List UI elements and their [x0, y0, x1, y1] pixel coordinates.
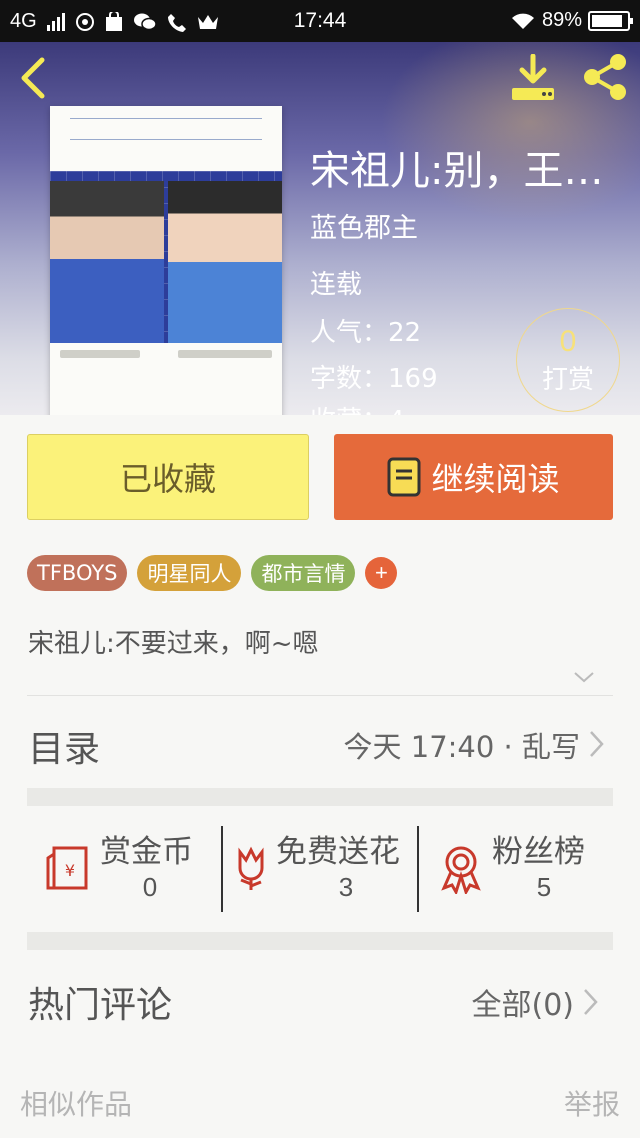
cover-caption-right: [178, 350, 272, 358]
toc-label: 目录: [28, 729, 101, 770]
back-arrow-icon[interactable]: [16, 56, 52, 100]
section-separator: [27, 788, 613, 806]
toc-latest-chapter: 今天 17:40 · 乱写: [343, 730, 580, 764]
medal-icon: [441, 846, 481, 894]
red-envelope-icon: ¥: [46, 846, 88, 890]
add-tag-button[interactable]: +: [365, 557, 398, 589]
book-author[interactable]: 蓝色郡主: [310, 206, 418, 245]
chevron-right-icon: [590, 731, 604, 757]
tag-urban-romance[interactable]: 都市言情: [251, 555, 356, 591]
hot-comments-row[interactable]: 热门评论 全部(0): [0, 950, 640, 1046]
status-right: 89%: [510, 9, 633, 32]
continue-reading-label: 继续阅读: [431, 460, 560, 498]
stat-fan-rank-label: 粉丝榜: [492, 834, 585, 870]
reward-button[interactable]: 0 打赏: [516, 308, 620, 412]
hot-comments-label: 热门评论: [28, 985, 173, 1026]
download-icon[interactable]: [508, 54, 558, 102]
stat-divider: [417, 826, 419, 912]
battery-icon: [588, 10, 633, 31]
chevron-right-icon: [584, 989, 598, 1015]
book-detail-content: 已收藏 继续阅读 TFBOYS 明星同人 都市言情 + 宋祖儿:不要过来，啊~嗯…: [0, 415, 640, 1138]
cover-photo-right: [168, 181, 282, 343]
similar-works-label[interactable]: 相似作品: [20, 1083, 132, 1123]
stat-flowers-label: 免费送花: [276, 834, 400, 870]
flower-icon: [238, 846, 264, 890]
battery-fill: [592, 14, 622, 27]
book-cover[interactable]: [50, 106, 282, 415]
svg-text:¥: ¥: [65, 861, 75, 880]
status-bar: 4G 17:44 89%: [0, 0, 640, 42]
expand-chevron-icon[interactable]: [572, 665, 596, 689]
book-icon: [387, 457, 421, 497]
favorited-label: 已收藏: [119, 460, 216, 498]
battery-percent: 89%: [541, 9, 582, 31]
report-button[interactable]: 举报: [564, 1083, 620, 1123]
stat-flowers-value: 3: [338, 872, 354, 902]
share-icon[interactable]: [580, 52, 630, 102]
stats-row: ¥ 赏金币 0 免费送花 3 粉丝榜 5: [0, 808, 640, 932]
stat-coins-value: 0: [142, 872, 158, 902]
book-collections: 收藏：4: [310, 400, 405, 415]
cover-photo-left: [50, 181, 164, 343]
continue-reading-button[interactable]: 继续阅读: [334, 434, 613, 520]
stat-fan-rank-value: 5: [536, 872, 552, 902]
book-header: 宋祖儿:别，王俊凯 蓝色郡主 连载 人气：22 字数：169 收藏：4 0 打赏: [0, 42, 640, 415]
wifi-icon: [511, 13, 534, 29]
stat-fan-rank[interactable]: 粉丝榜 5: [436, 826, 616, 916]
book-title: 宋祖儿:别，王俊凯: [310, 148, 640, 194]
reward-label: 打赏: [541, 365, 594, 395]
stat-coins[interactable]: ¥ 赏金币 0: [40, 826, 210, 916]
all-comments-link[interactable]: 全部(0): [472, 980, 575, 1024]
section-separator: [27, 932, 613, 950]
book-word-count: 字数：169: [310, 364, 438, 394]
cover-caption-left: [60, 350, 140, 358]
tag-list: TFBOYS 明星同人 都市言情 +: [27, 555, 398, 591]
tag-star-fanfic[interactable]: 明星同人: [137, 555, 242, 591]
cover-caption-band: [70, 118, 262, 140]
stat-coins-label: 赏金币: [100, 834, 193, 870]
reward-count: 0: [559, 325, 577, 358]
favorited-button[interactable]: 已收藏: [27, 434, 309, 520]
book-popularity: 人气：22: [310, 318, 422, 348]
stat-divider: [221, 826, 223, 912]
book-intro: 宋祖儿:不要过来，啊~嗯: [28, 629, 319, 659]
table-of-contents-row[interactable]: 目录 今天 17:40 · 乱写: [0, 696, 640, 788]
stat-flowers[interactable]: 免费送花 3: [226, 826, 416, 916]
tag-tfboys[interactable]: TFBOYS: [27, 555, 128, 591]
book-status: 连载: [310, 270, 363, 300]
